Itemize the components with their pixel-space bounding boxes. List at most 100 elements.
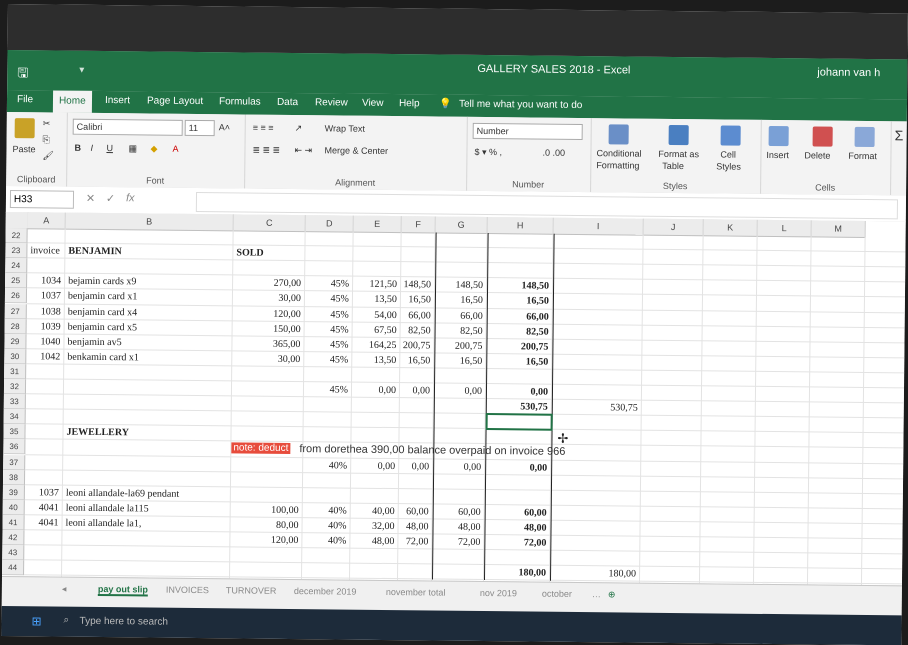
italic-button[interactable]: I (90, 143, 93, 153)
paste-button[interactable]: Paste (12, 144, 35, 154)
add-sheet-icon[interactable]: ⊕ (608, 589, 616, 600)
sheet-tab-pay-out-slip[interactable]: pay out slip (98, 584, 148, 597)
column-header-l[interactable]: L (758, 220, 812, 238)
row-header-31[interactable]: 31 (4, 364, 26, 379)
column-header-m[interactable]: M (812, 220, 866, 238)
column-header-b[interactable]: B (66, 213, 234, 232)
tab-help[interactable]: Help (399, 98, 420, 109)
row-header-42[interactable]: 42 (2, 530, 24, 545)
wrap-text-button[interactable]: Wrap Text (325, 123, 365, 133)
row-header-28[interactable]: 28 (5, 319, 27, 334)
row-header-41[interactable]: 41 (2, 515, 24, 530)
insert-function-icon[interactable]: fx (126, 192, 135, 204)
font-color-icon[interactable]: A (172, 144, 178, 154)
name-box[interactable]: H33 (10, 190, 74, 209)
row-header-22[interactable]: 22 (5, 228, 27, 243)
user-name[interactable]: johann van h (817, 66, 880, 79)
merge-center-button[interactable]: Merge & Center (324, 145, 388, 156)
row-header-38[interactable]: 38 (3, 470, 25, 485)
row-header-26[interactable]: 26 (5, 288, 27, 303)
format-cells-icon[interactable] (855, 127, 875, 147)
sheet-tab-october[interactable]: october (542, 589, 572, 599)
row-header-34[interactable]: 34 (4, 409, 26, 424)
more-sheets-icon[interactable]: … (592, 589, 601, 599)
windows-start-icon[interactable]: ⊞ (31, 614, 41, 628)
column-header-k[interactable]: K (704, 219, 758, 237)
styles-button[interactable]: Styles (716, 161, 741, 171)
currency-icon[interactable]: $ ▾ % , (474, 147, 502, 158)
column-header-h[interactable]: H (488, 217, 554, 235)
grow-font-icon[interactable]: A˄ (219, 122, 230, 132)
column-header-d[interactable]: D (306, 215, 354, 233)
tab-view[interactable]: View (362, 98, 384, 109)
row-header-33[interactable]: 33 (4, 394, 26, 409)
tab-formulas[interactable]: Formulas (219, 96, 261, 107)
delete-button[interactable]: Delete (804, 150, 830, 160)
customize-qat-icon[interactable]: ▾ (79, 65, 84, 76)
font-size-box[interactable]: 11 (185, 120, 215, 136)
align-top-icon[interactable]: ≡ ≡ ≡ (253, 123, 274, 133)
row-header-29[interactable]: 29 (4, 334, 26, 349)
orientation-icon[interactable]: ↗ (295, 123, 303, 134)
borders-icon[interactable]: ▦ (128, 143, 137, 154)
column-header-c[interactable]: C (234, 214, 306, 232)
row-header-39[interactable]: 39 (3, 485, 25, 500)
column-header-g[interactable]: G (436, 216, 488, 234)
search-icon[interactable]: ⌕ (63, 615, 69, 626)
column-header-a[interactable]: A (28, 212, 66, 229)
tab-data[interactable]: Data (277, 97, 298, 108)
formatting-label[interactable]: Formatting (596, 160, 639, 170)
select-all-corner[interactable] (6, 212, 29, 229)
column-header-f[interactable]: F (402, 216, 436, 233)
worksheet-grid[interactable]: ABCDEFGHIJKLM222324252627282930313233343… (2, 212, 906, 585)
copy-icon[interactable]: ⎘ (43, 134, 50, 145)
row-header-35[interactable]: 35 (3, 424, 25, 439)
autosum-icon[interactable]: Σ (895, 127, 904, 143)
row-header-32[interactable]: 32 (4, 379, 26, 394)
row-header-23[interactable]: 23 (5, 243, 27, 258)
column-header-j[interactable]: J (644, 219, 704, 237)
bold-button[interactable]: B (74, 143, 81, 153)
align-left-icon[interactable]: ≣ ≣ ≣ (252, 145, 280, 156)
sheet-tab-november-total[interactable]: november total (386, 587, 446, 598)
indent-icon[interactable]: ⇤ ⇥ (294, 145, 312, 156)
tab-insert[interactable]: Insert (105, 95, 130, 106)
cancel-icon[interactable]: ✕ (86, 192, 95, 205)
insert-button[interactable]: Insert (766, 150, 789, 160)
fill-color-icon[interactable]: ◆ (150, 144, 157, 155)
cell-styles-icon[interactable] (721, 125, 741, 145)
decimal-icon[interactable]: .0 .00 (542, 148, 565, 158)
sheet-tab-turnover[interactable]: TURNOVER (226, 585, 277, 596)
row-header-25[interactable]: 25 (5, 273, 27, 288)
number-format-box[interactable]: Number (473, 123, 583, 140)
row-header-40[interactable]: 40 (3, 500, 25, 515)
lightbulb-icon[interactable]: 💡 (439, 99, 452, 110)
format-painter-icon[interactable]: 🖌 (42, 150, 54, 161)
format-as-label[interactable]: Format as (658, 149, 699, 159)
row-header-43[interactable]: 43 (2, 545, 24, 560)
row-header-36[interactable]: 36 (3, 439, 25, 454)
selected-cell-h33[interactable] (486, 413, 553, 431)
save-icon[interactable]: 🖫 (17, 64, 28, 86)
row-header-44[interactable]: 44 (2, 560, 24, 575)
format-button[interactable]: Format (848, 151, 877, 161)
taskbar-search-input[interactable]: Type here to search (79, 616, 168, 628)
enter-icon[interactable]: ✓ (106, 192, 115, 205)
column-header-i[interactable]: I (554, 218, 644, 236)
conditional-label[interactable]: Conditional (596, 148, 641, 158)
insert-cells-icon[interactable] (769, 126, 789, 146)
tab-file[interactable]: File (17, 94, 33, 105)
font-name-box[interactable]: Calibri (73, 119, 183, 136)
row-header-30[interactable]: 30 (4, 349, 26, 364)
table-label[interactable]: Table (662, 161, 684, 171)
row-header-24[interactable]: 24 (5, 258, 27, 273)
prev-sheet-icon[interactable]: ◂ (62, 584, 67, 595)
cell-label[interactable]: Cell (720, 149, 736, 159)
tab-page-layout[interactable]: Page Layout (147, 95, 203, 107)
row-header-37[interactable]: 37 (3, 454, 25, 469)
sheet-tab-nov-2019[interactable]: nov 2019 (480, 588, 517, 598)
tell-me-input[interactable]: Tell me what you want to do (459, 99, 583, 111)
format-as-table-icon[interactable] (669, 125, 689, 145)
sheet-tab-invoices[interactable]: INVOICES (166, 585, 209, 595)
underline-button[interactable]: U (106, 143, 113, 153)
